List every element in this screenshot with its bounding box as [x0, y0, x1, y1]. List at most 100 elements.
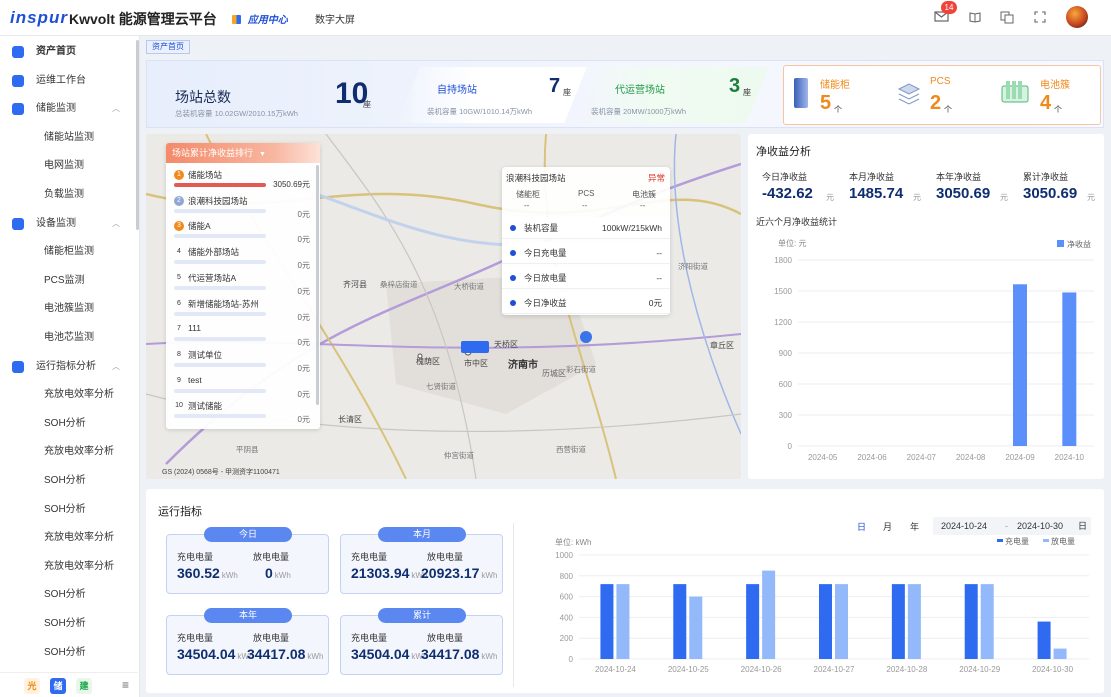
date-range-picker[interactable]: 2024-10-24 - 2024-10-30 日 — [933, 517, 1091, 535]
sidebar-item[interactable]: 电池簇监测 — [0, 297, 138, 321]
operated-station-card[interactable]: 代运营场站 3 座 装机容量 20MW/1000万kWh — [579, 67, 769, 123]
breadcrumb-tab[interactable]: 资产首页 — [146, 40, 190, 54]
charge-bar[interactable] — [746, 584, 760, 659]
sidebar-scrollbar[interactable] — [136, 40, 139, 230]
total-unit: 座 — [363, 100, 371, 109]
storage-button[interactable]: 储 — [50, 678, 66, 694]
data-screen-link[interactable]: 数字大屏 — [315, 11, 355, 26]
sidebar-item[interactable]: 负载监测 — [0, 183, 138, 207]
charge-bar[interactable] — [1037, 621, 1051, 659]
sidebar-item[interactable]: 充放电效率分析 — [0, 555, 138, 579]
popup-row: 今日充电量 -- — [502, 242, 670, 264]
app-center-link[interactable]: 应用中心 — [232, 11, 288, 26]
sidebar-item[interactable]: 储能柜监测 — [0, 240, 138, 264]
ranking-item[interactable]: 10 测试储能 0元 — [174, 400, 314, 424]
popup-row: 装机容量 100kW/215kWh — [502, 217, 670, 239]
ranking-name: 新增储能场站-苏州 — [188, 298, 259, 309]
ranking-item[interactable]: 3 储能A 0元 — [174, 220, 314, 244]
ranking-item[interactable]: 8 测试单位 0元 — [174, 349, 314, 373]
ranking-index: 9 — [177, 376, 181, 384]
own-station-card[interactable]: 自持场站 7 座 装机容量 10GW/1010.14万kWh — [397, 67, 587, 123]
sidebar-item[interactable]: 充放电效率分析 — [0, 526, 138, 550]
ranking-item[interactable]: 5 代运营场站A 0元 — [174, 272, 314, 296]
legend-label[interactable]: 放电量 — [1051, 536, 1075, 546]
charge-bar[interactable] — [964, 584, 978, 659]
popup-status-badge: 异常 — [648, 173, 666, 183]
income-bar[interactable] — [1013, 284, 1027, 446]
book-icon[interactable] — [968, 10, 982, 24]
mail-button[interactable]: 14 — [934, 1, 957, 23]
legend-label[interactable]: 充电量 — [1005, 536, 1029, 546]
sidebar-item[interactable]: 储能站监测 — [0, 126, 138, 150]
sidebar-section[interactable]: 资产首页 — [0, 40, 138, 64]
sidebar-item-label: SOH分析 — [44, 475, 86, 486]
analysis-icon — [12, 360, 24, 373]
sidebar-section[interactable]: 储能监测 ︿ — [0, 97, 138, 121]
mail-badge: 14 — [941, 1, 957, 14]
discharge-bar[interactable] — [616, 584, 630, 659]
income-stat-label: 累计净收益 — [1023, 172, 1069, 182]
sidebar-section[interactable]: 运行指标分析 ︿ — [0, 355, 138, 379]
sidebar-item-label: 运维工作台 — [36, 74, 86, 86]
charge-bar[interactable] — [819, 584, 832, 659]
sidebar-item[interactable]: 电池芯监测 — [0, 326, 138, 350]
ranking-item[interactable]: 4 储能外部场站 0元 — [174, 246, 314, 270]
y-tick-label: 800 — [560, 572, 574, 581]
sidebar-item[interactable]: 充放电效率分析 — [0, 383, 138, 407]
device-icon — [12, 217, 24, 230]
sidebar-item[interactable]: PCS监测 — [0, 269, 138, 293]
ranking-index: 10 — [175, 402, 183, 410]
income-bar[interactable] — [1062, 292, 1077, 446]
period-month-button[interactable]: 月 — [883, 520, 892, 533]
income-stat-value: 1485.74 — [849, 185, 904, 202]
sidebar-section[interactable]: 运维工作台 — [0, 69, 138, 93]
legend-swatch — [997, 539, 1003, 542]
ranking-item[interactable]: 2 浪潮科技园场站 0元 — [174, 195, 314, 219]
ranking-index: 7 — [177, 325, 181, 333]
translate-icon[interactable] — [1000, 10, 1014, 24]
ranking-title[interactable]: 场站累计净收益排行 ▼ — [166, 143, 320, 163]
legend-label[interactable]: 净收益 — [1067, 239, 1091, 249]
y-tick-label: 0 — [788, 442, 793, 451]
sidebar-section[interactable]: 设备监测 ︿ — [0, 212, 138, 236]
period-year-button[interactable]: 年 — [910, 520, 919, 533]
sidebar-item[interactable]: SOH分析 — [0, 498, 138, 522]
ranking-bar-track — [174, 311, 266, 316]
sidebar-item[interactable]: SOH分析 — [0, 583, 138, 607]
sidebar-item-label: 充放电效率分析 — [44, 532, 114, 544]
charge-bar[interactable] — [673, 584, 687, 659]
sidebar-item[interactable]: SOH分析 — [0, 641, 138, 665]
operated-station-label: 代运营场站 — [615, 85, 665, 96]
sidebar-item[interactable]: 充放电效率分析 — [0, 440, 138, 464]
building-button[interactable]: 建 — [76, 678, 92, 694]
user-avatar[interactable] — [1066, 6, 1088, 28]
discharge-bar[interactable] — [689, 596, 703, 659]
charge-bar[interactable] — [600, 584, 614, 659]
discharge-bar[interactable] — [835, 584, 848, 659]
menu-icon[interactable]: ≡ — [122, 678, 129, 692]
bullet-icon — [510, 225, 516, 231]
sidebar-item[interactable]: 电网监测 — [0, 154, 138, 178]
discharge-bar[interactable] — [762, 570, 776, 659]
ranking-value: 0元 — [297, 415, 310, 425]
discharge-bar[interactable] — [1053, 648, 1067, 659]
period-day-button[interactable]: 日 — [857, 520, 866, 533]
fullscreen-icon[interactable] — [1033, 10, 1047, 24]
popup-col-label: 储能柜 — [516, 190, 540, 199]
income-stat-value: 3050.69 — [1023, 185, 1078, 202]
ranking-item[interactable]: 7 111 0元 — [174, 323, 314, 347]
sidebar-item[interactable]: SOH分析 — [0, 412, 138, 436]
discharge-bar[interactable] — [980, 584, 994, 659]
charge-bar[interactable] — [891, 584, 905, 659]
discharge-bar[interactable] — [907, 584, 921, 659]
ranking-item[interactable]: 9 test 0元 — [174, 375, 314, 399]
ranking-scrollbar[interactable] — [316, 165, 319, 405]
cabinet-icon — [794, 78, 808, 108]
pcs-unit: 个 — [944, 105, 952, 114]
solar-button[interactable]: 光 — [24, 678, 40, 694]
sidebar-item[interactable]: SOH分析 — [0, 469, 138, 493]
ranking-item[interactable]: 6 新增储能场站-苏州 0元 — [174, 298, 314, 322]
battery-label: 电池簇 — [1040, 80, 1070, 91]
sidebar-item[interactable]: SOH分析 — [0, 612, 138, 636]
ranking-item[interactable]: 1 储能场站 3050.69元 — [174, 169, 314, 193]
